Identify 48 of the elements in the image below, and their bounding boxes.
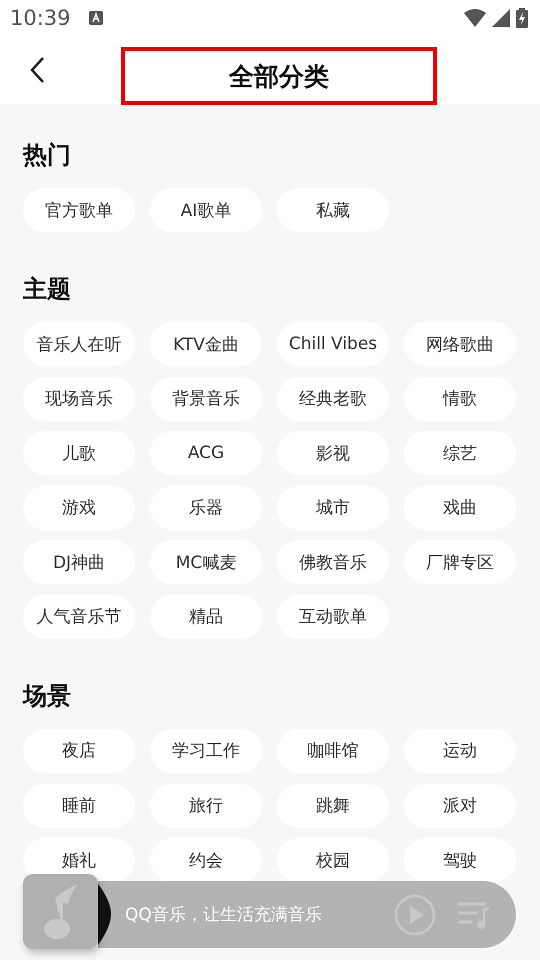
music-note-icon <box>44 884 78 940</box>
category-chip[interactable]: Chill Vibes <box>277 322 389 366</box>
category-chip[interactable]: 影视 <box>277 431 389 476</box>
category-chip[interactable]: MC喊麦 <box>150 540 262 584</box>
category-chip[interactable]: 私藏 <box>277 188 389 232</box>
category-chip[interactable]: 咖啡馆 <box>277 728 389 773</box>
section-heading: 热门 <box>23 140 72 170</box>
category-chip[interactable]: DJ神曲 <box>23 540 135 584</box>
status-time: 10:39 <box>10 6 71 30</box>
section-heading: 主题 <box>23 274 72 304</box>
category-chip[interactable]: 旅行 <box>150 784 262 828</box>
category-chip[interactable]: 人气音乐节 <box>23 594 135 639</box>
category-chip[interactable]: 学习工作 <box>150 728 262 773</box>
category-chip[interactable]: 运动 <box>404 728 516 773</box>
wifi-icon <box>464 9 486 27</box>
category-chip[interactable]: 儿歌 <box>23 431 135 476</box>
section-heading: 场景 <box>23 680 72 711</box>
category-chip[interactable]: KTV金曲 <box>150 322 262 366</box>
category-chip[interactable]: 厂牌专区 <box>404 540 516 584</box>
category-chip[interactable]: 派对 <box>404 784 516 828</box>
player-text: QQ音乐，让生活充满音乐 <box>125 904 322 926</box>
category-chip[interactable]: 精品 <box>150 594 262 639</box>
category-chip[interactable]: 夜店 <box>23 728 135 773</box>
category-chip[interactable]: 戏曲 <box>404 486 516 530</box>
category-chip[interactable]: 经典老歌 <box>277 376 389 421</box>
battery-icon <box>516 8 528 28</box>
category-chip[interactable]: 游戏 <box>23 486 135 530</box>
category-chip[interactable]: 音乐人在听 <box>23 322 135 366</box>
category-chip[interactable]: 跳舞 <box>277 784 389 828</box>
category-chip[interactable]: 校园 <box>277 838 389 882</box>
category-chip[interactable]: 驾驶 <box>404 838 516 882</box>
category-chip[interactable]: 情歌 <box>404 376 516 421</box>
category-chip[interactable]: 约会 <box>150 838 262 882</box>
category-chip[interactable]: 网络歌曲 <box>404 322 516 366</box>
category-chip[interactable]: 睡前 <box>23 784 135 828</box>
category-chip[interactable]: 背景音乐 <box>150 376 262 421</box>
category-chip[interactable]: 官方歌单 <box>23 188 135 232</box>
category-chip[interactable]: 乐器 <box>150 486 262 530</box>
category-chip[interactable]: 综艺 <box>404 431 516 476</box>
category-chip[interactable]: AI歌单 <box>150 188 262 232</box>
signal-icon <box>492 9 510 27</box>
category-chip[interactable]: 城市 <box>277 486 389 530</box>
category-chip[interactable]: ACG <box>150 431 262 476</box>
notification-icon <box>88 11 103 25</box>
category-chip[interactable]: 现场音乐 <box>23 376 135 421</box>
page-title: 全部分类 <box>121 47 437 105</box>
category-chip[interactable]: 互动歌单 <box>277 594 389 639</box>
category-chip[interactable]: 佛教音乐 <box>277 540 389 584</box>
